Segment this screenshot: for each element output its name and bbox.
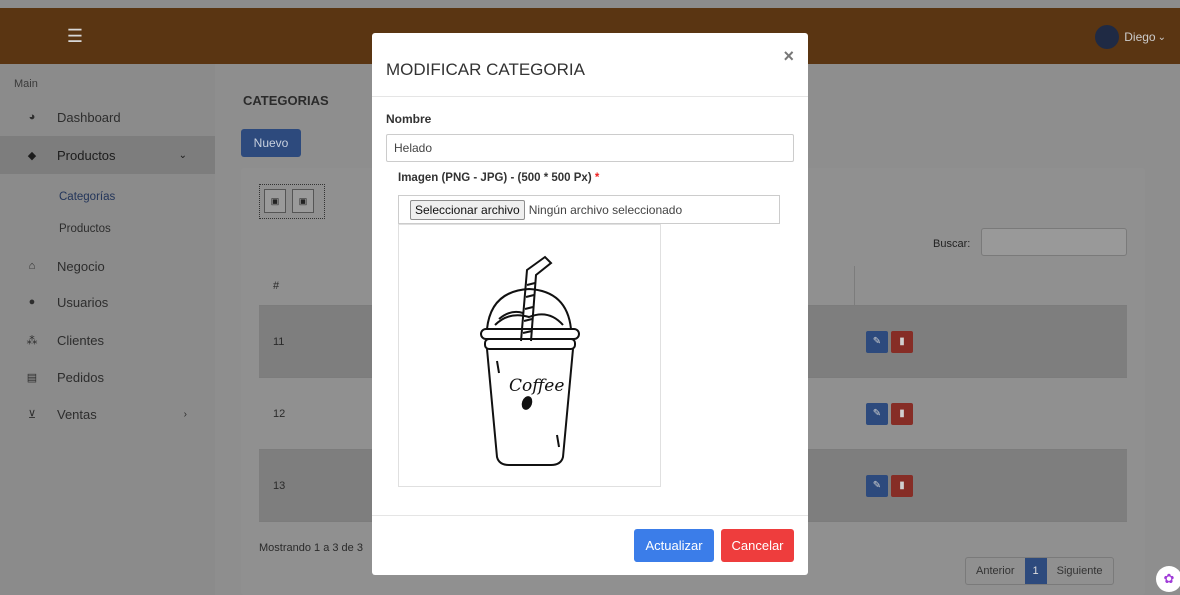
avatar (1095, 25, 1120, 49)
modal-footer-divider (372, 515, 808, 516)
nombre-value: Helado (394, 141, 433, 155)
image-preview: Coffee (398, 224, 661, 487)
row-actions: ✎ ▮ (866, 402, 916, 425)
file-input[interactable]: Seleccionar archivo Ningún archivo selec… (398, 195, 780, 224)
image-label-text: Imagen (PNG - JPG) - (500 * 500 Px) (398, 172, 592, 184)
edit-icon[interactable]: ✎ (866, 330, 888, 353)
file-select-button[interactable]: Seleccionar archivo (410, 199, 525, 220)
modal-title: MODIFICAR CATEGORIA (386, 60, 585, 79)
row-actions: ✎ ▮ (866, 474, 916, 497)
sidebar-subitem-categorias[interactable]: Categorías (59, 191, 115, 203)
trash-icon[interactable]: ▮ (891, 474, 913, 497)
row-id: 12 (273, 407, 286, 420)
chevron-down-icon: ⌄ (1157, 31, 1166, 43)
pdf-export-icon[interactable]: ▣ (292, 189, 314, 213)
edit-icon[interactable]: ✎ (866, 474, 888, 497)
export-buttons: ▣ ▣ (259, 184, 325, 219)
sidebar-item-usuarios[interactable]: ● Usuarios (0, 283, 215, 321)
sidebar-item-label: Dashboard (57, 109, 121, 125)
sidebar-item-label: Negocio (57, 258, 105, 274)
close-icon[interactable]: × (783, 46, 794, 67)
sidebar: Main ◕ Dashboard ◆ Productos ⌄ Categoría… (0, 64, 215, 595)
users-icon: ⁂ (26, 334, 38, 347)
pie-chart-icon: ◕ (28, 111, 36, 123)
search-input[interactable] (981, 228, 1127, 256)
sidebar-item-label: Clientes (57, 332, 104, 348)
sidebar-item-label: Pedidos (57, 369, 104, 385)
preview-text: Coffee (509, 376, 564, 396)
row-id: 13 (273, 479, 286, 492)
chevron-down-icon: ⌄ (178, 149, 187, 161)
image-label: Imagen (PNG - JPG) - (500 * 500 Px) * (398, 172, 599, 184)
sidebar-item-dashboard[interactable]: ◕ Dashboard (0, 98, 215, 136)
user-icon: ● (28, 296, 36, 308)
brain-icon[interactable]: ✿ (1156, 566, 1180, 592)
excel-export-icon[interactable]: ▣ (264, 189, 286, 213)
required-mark: * (594, 172, 600, 184)
nombre-field[interactable]: Helado (386, 134, 794, 162)
sidebar-subitem-productos[interactable]: Productos (59, 223, 111, 235)
nombre-label: Nombre (386, 112, 432, 126)
page-title: CATEGORIAS (243, 93, 329, 108)
trash-icon[interactable]: ▮ (891, 402, 913, 425)
search-label: Buscar: (933, 238, 971, 250)
cancel-button[interactable]: Cancelar (721, 529, 794, 562)
edit-category-modal: MODIFICAR CATEGORIA × Nombre Helado Imag… (372, 33, 808, 575)
trash-icon[interactable]: ▮ (891, 330, 913, 353)
pagination-prev[interactable]: Anterior (966, 558, 1025, 584)
cart-icon: ⊻ (27, 408, 37, 421)
sidebar-item-clientes[interactable]: ⁂ Clientes (0, 321, 215, 359)
tags-icon: ◆ (27, 149, 37, 162)
row-actions: ✎ ▮ (866, 330, 916, 353)
user-name: Diego (1124, 30, 1156, 44)
modal-header-divider (372, 96, 808, 97)
sidebar-item-productos[interactable]: ◆ Productos ⌄ (0, 136, 215, 174)
pagination: Anterior 1 Siguiente (965, 557, 1114, 585)
row-id: 11 (273, 335, 285, 348)
sidebar-item-label: Ventas (57, 406, 97, 422)
home-icon: ⌂ (28, 260, 36, 272)
sidebar-item-pedidos[interactable]: ▤ Pedidos (0, 358, 215, 396)
new-button[interactable]: Nuevo (241, 129, 301, 157)
column-header-id[interactable]: # (273, 280, 279, 292)
pagination-page[interactable]: 1 (1024, 558, 1047, 584)
file-status: Ningún archivo seleccionado (528, 202, 683, 217)
column-divider (854, 266, 855, 306)
sidebar-section-label: Main (14, 78, 38, 90)
pagination-next[interactable]: Siguiente (1047, 558, 1113, 584)
sidebar-item-negocio[interactable]: ⌂ Negocio (0, 247, 215, 285)
table-info: Mostrando 1 a 3 de 3 (259, 542, 363, 554)
hamburger-menu-icon[interactable]: ☰ (64, 26, 86, 46)
list-icon: ▤ (26, 371, 38, 384)
user-menu[interactable]: Diego ⌄ (1095, 25, 1166, 49)
chevron-right-icon: › (183, 408, 187, 420)
sidebar-item-label: Usuarios (57, 294, 109, 310)
edit-icon[interactable]: ✎ (866, 402, 888, 425)
coffee-cup-image: Coffee (480, 255, 580, 466)
update-button[interactable]: Actualizar (634, 529, 714, 562)
sidebar-item-ventas[interactable]: ⊻ Ventas › (0, 395, 215, 433)
sidebar-item-label: Productos (57, 147, 116, 163)
